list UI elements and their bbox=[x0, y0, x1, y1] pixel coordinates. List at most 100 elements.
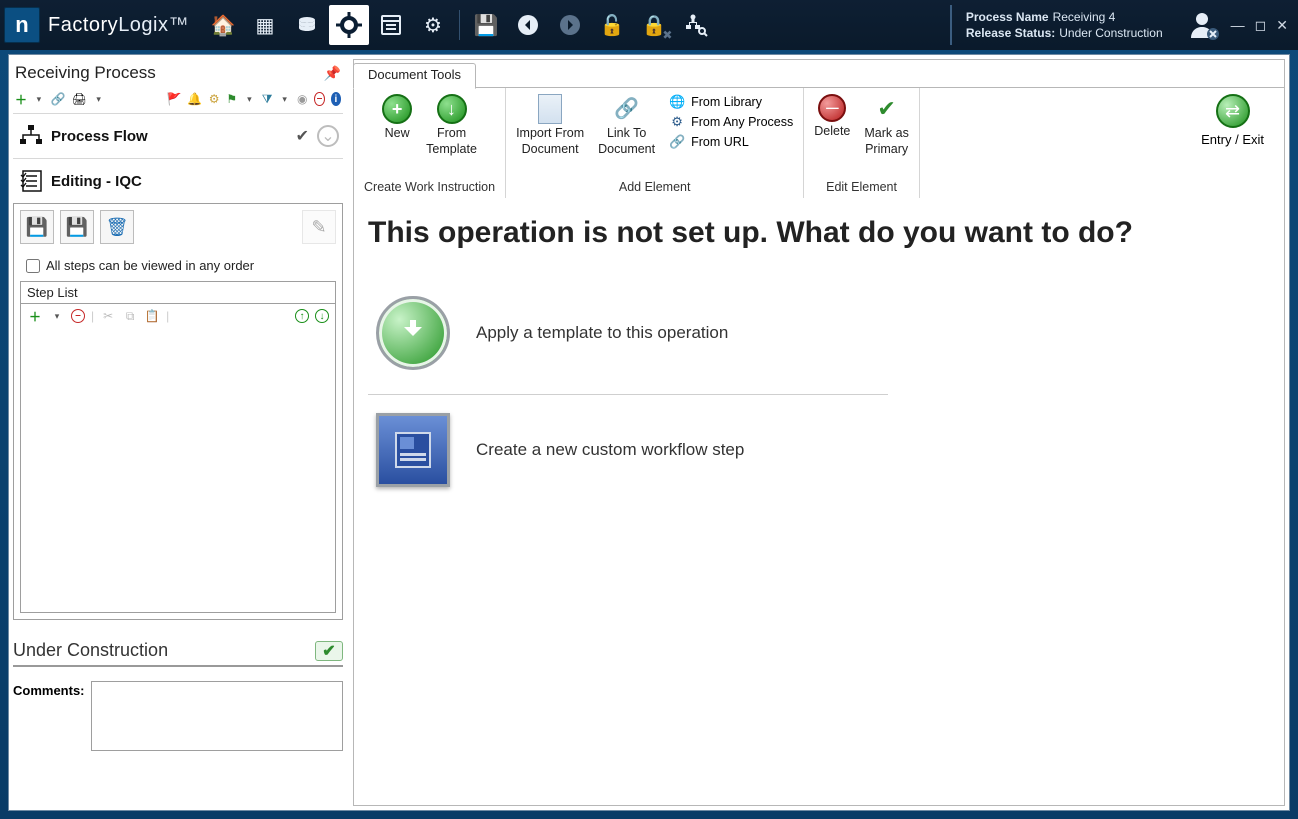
home-icon[interactable]: 🏠 bbox=[203, 5, 243, 45]
step-list-toolbar: ＋ ▾ – | ✂ ⧉ 📋 | ↑ ↓ bbox=[21, 304, 335, 328]
create-custom-icon bbox=[376, 413, 450, 487]
maximize-button[interactable]: ◻ bbox=[1255, 17, 1267, 34]
new-button[interactable]: + New bbox=[382, 94, 412, 140]
minimize-button[interactable]: — bbox=[1231, 17, 1245, 34]
editing-section: Editing - IQC bbox=[13, 159, 343, 197]
back-icon[interactable] bbox=[508, 5, 548, 45]
from-template-icon bbox=[437, 94, 467, 124]
process-info-block: Process NameReceiving 4 Release Status:U… bbox=[950, 5, 1177, 45]
forward-icon bbox=[550, 5, 590, 45]
step-cut-icon: ✂ bbox=[100, 308, 116, 324]
save-blue-tile-icon[interactable]: 💾 bbox=[60, 210, 94, 244]
add-element-list: 🌐From Library ⚙From Any Process 🔗From UR… bbox=[669, 94, 793, 150]
info-icon[interactable]: i bbox=[331, 92, 341, 106]
step-copy-icon: ⧉ bbox=[122, 308, 138, 324]
from-url-button[interactable]: 🔗From URL bbox=[669, 134, 793, 150]
content-area: This operation is not set up. What do yo… bbox=[354, 198, 1284, 523]
step-list-header: Step List bbox=[20, 281, 336, 303]
ribbon-group-add: Import From Document Link To Document 🌐F… bbox=[506, 88, 804, 198]
add-icon[interactable]: ＋ bbox=[15, 91, 27, 107]
check-icon: ✔ bbox=[296, 126, 309, 146]
stack-icon[interactable] bbox=[287, 5, 327, 45]
flag-green-icon[interactable]: ⚑ bbox=[226, 91, 238, 107]
group-label-add: Add Element bbox=[619, 178, 691, 196]
ribbon-group-edit: Delete Mark as Primary Edit Element bbox=[804, 88, 920, 198]
from-any-process-button[interactable]: ⚙From Any Process bbox=[669, 114, 793, 130]
entry-exit-icon: ⇄ bbox=[1216, 94, 1250, 128]
app-logo-icon: n bbox=[4, 7, 40, 43]
tab-strip: Document Tools bbox=[354, 60, 1284, 88]
dot-icon[interactable]: ◉ bbox=[296, 91, 308, 107]
process-flow-icon bbox=[17, 124, 45, 148]
from-library-icon: 🌐 bbox=[669, 94, 685, 110]
comments-label: Comments: bbox=[13, 681, 85, 751]
status-ok-icon[interactable]: ✔ bbox=[315, 641, 343, 661]
hierarchy-search-icon[interactable] bbox=[676, 5, 716, 45]
gear-icon[interactable]: ⚙ bbox=[413, 5, 453, 45]
comments-block: Comments: bbox=[13, 681, 343, 751]
link-to-document-button[interactable]: Link To Document bbox=[598, 94, 655, 156]
bell-icon[interactable]: 🔔 bbox=[187, 91, 202, 107]
add-dropdown-icon[interactable]: ▾ bbox=[33, 91, 45, 107]
editing-icon bbox=[17, 169, 45, 193]
option-apply-template[interactable]: Apply a template to this operation bbox=[368, 278, 888, 388]
pin-icon[interactable]: 📌 bbox=[324, 65, 341, 82]
close-button[interactable]: ✕ bbox=[1276, 17, 1288, 34]
unlock-icon: 🔓 bbox=[592, 5, 632, 45]
step-add-icon[interactable]: ＋ bbox=[27, 308, 43, 324]
step-add-dropdown-icon[interactable]: ▾ bbox=[49, 308, 65, 324]
mark-as-primary-button[interactable]: Mark as Primary bbox=[864, 94, 908, 156]
step-up-icon[interactable]: ↑ bbox=[295, 309, 309, 323]
gear-mini-icon[interactable]: ⚙ bbox=[208, 91, 220, 107]
save-icon[interactable]: 💾 bbox=[466, 5, 506, 45]
toolbar-separator bbox=[459, 10, 460, 40]
import-from-document-button[interactable]: Import From Document bbox=[516, 94, 584, 156]
target-icon[interactable] bbox=[329, 5, 369, 45]
delete-button[interactable]: Delete bbox=[814, 94, 850, 138]
from-library-button[interactable]: 🌐From Library bbox=[669, 94, 793, 110]
save-tile-icon[interactable]: 💾 bbox=[20, 210, 54, 244]
user-status-icon[interactable] bbox=[1187, 8, 1221, 42]
remove-icon[interactable]: – bbox=[314, 92, 325, 106]
edit-tile-icon[interactable]: ✎ bbox=[302, 210, 336, 244]
filter-dropdown-icon[interactable]: ▾ bbox=[279, 91, 291, 107]
all-steps-checkbox[interactable] bbox=[26, 259, 40, 273]
left-panel-header: Receiving Process 📌 bbox=[13, 59, 343, 89]
flag-dropdown-icon[interactable]: ▾ bbox=[244, 91, 256, 107]
mark-l1: Mark as bbox=[864, 126, 908, 140]
ribbon-group-create: + New From Template Create Work Instruct… bbox=[354, 88, 506, 198]
discard-tile-icon[interactable]: 🗑 bbox=[100, 210, 134, 244]
link-l2: Document bbox=[598, 142, 655, 156]
delete-label: Delete bbox=[814, 124, 850, 138]
comments-textarea[interactable] bbox=[91, 681, 343, 751]
step-down-icon[interactable]: ↓ bbox=[315, 309, 329, 323]
form-icon[interactable] bbox=[371, 5, 411, 45]
flag-icon[interactable]: 🚩 bbox=[166, 91, 181, 107]
brand-sub: Logix bbox=[118, 14, 168, 36]
all-steps-label: All steps can be viewed in any order bbox=[46, 258, 254, 273]
print-dropdown-icon[interactable]: ▾ bbox=[93, 91, 105, 107]
link-mini-icon[interactable]: 🔗 bbox=[51, 91, 66, 107]
grid-icon[interactable]: ▦ bbox=[245, 5, 285, 45]
print-icon[interactable]: 🖨 bbox=[72, 91, 87, 107]
step-remove-icon[interactable]: – bbox=[71, 309, 85, 323]
link-l1: Link To bbox=[607, 126, 646, 140]
from-template-button[interactable]: From Template bbox=[426, 94, 477, 156]
process-info: Process NameReceiving 4 Release Status:U… bbox=[950, 5, 1298, 45]
process-name-value: Receiving 4 bbox=[1053, 10, 1116, 24]
all-steps-checkbox-row[interactable]: All steps can be viewed in any order bbox=[20, 244, 336, 281]
left-panel-toolbar: ＋ ▾ 🔗 🖨 ▾ 🚩 🔔 ⚙ ⚑ ▾ ⧩ ▾ ◉ – i bbox=[13, 89, 343, 114]
main-area: Document Tools + New From Template bbox=[353, 59, 1285, 806]
titlebar-toolbar: 🏠 ▦ ⚙ 💾 🔓 🔒✖ bbox=[203, 5, 716, 45]
tab-document-tools[interactable]: Document Tools bbox=[353, 63, 476, 89]
filter-icon[interactable]: ⧩ bbox=[261, 91, 273, 107]
option-create-custom[interactable]: Create a new custom workflow step bbox=[368, 394, 888, 505]
group-label-create: Create Work Instruction bbox=[364, 178, 495, 196]
process-flow-section[interactable]: Process Flow ✔ ⌄ bbox=[13, 114, 343, 159]
entry-exit-button[interactable]: ⇄ Entry / Exit bbox=[1191, 88, 1284, 198]
editing-title: Editing - IQC bbox=[51, 173, 142, 190]
import-l2: Document bbox=[522, 142, 579, 156]
expand-down-icon[interactable]: ⌄ bbox=[317, 125, 339, 147]
process-name-label: Process Name bbox=[966, 10, 1049, 24]
link-doc-icon bbox=[612, 94, 642, 124]
